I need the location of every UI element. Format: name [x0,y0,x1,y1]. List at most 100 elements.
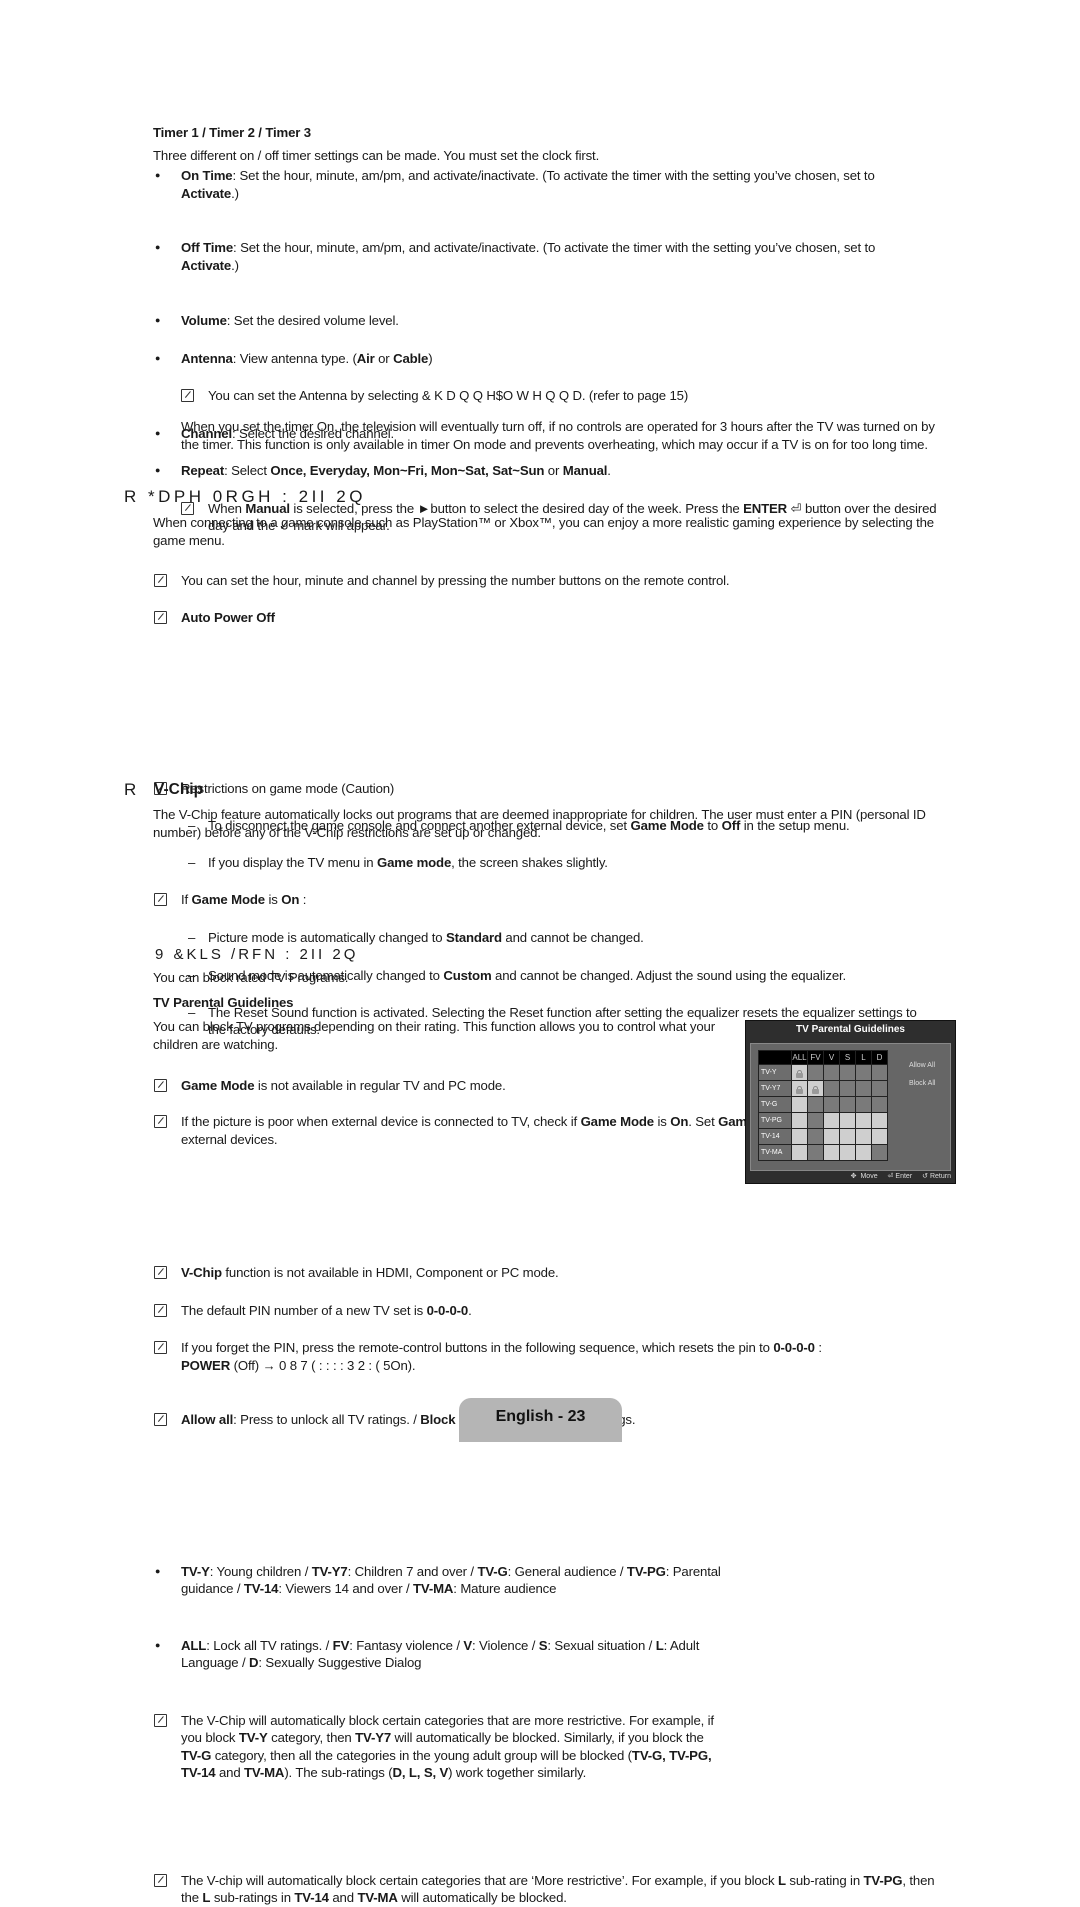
if-game-mode-on-note: If Game Mode is On : [154,891,1080,909]
forgot-pin-note: If you forget the PIN, press the remote-… [154,1339,961,1374]
rating-row: TV-MA [758,1144,888,1161]
number-note: You can set the hour, minute and channel… [154,572,1080,590]
auto-power-heading: Auto Power Off [154,609,1080,627]
rating-row: TV-PG [758,1112,888,1129]
rating-cell-d [871,1064,888,1081]
block-all-button[interactable]: Block All [909,1080,935,1087]
vchip-intro: The V-Chip feature automatically locks o… [153,807,926,840]
rating-cell-v[interactable] [823,1112,840,1129]
rating-cell-d [871,1096,888,1113]
note-icon [181,389,194,402]
parental-heading: TV Parental Guidelines [153,995,294,1010]
note-icon [154,1713,167,1727]
column-header-l: L [855,1050,872,1065]
manual-page: Timer 1 / Timer 2 / Timer 3 Three differ… [0,0,1080,1905]
vchip-heading: V-Chip [154,781,204,798]
rating-cell-v[interactable] [823,1128,840,1145]
note-icon [154,1303,167,1317]
restrictive-note: The V-Chip will automatically block cert… [154,1712,721,1782]
note-icon [154,1873,167,1887]
note-icon [154,893,167,906]
rating-label: TV-Y7 [758,1080,792,1097]
page-number: English - 23 [495,1408,586,1425]
rating-cell-s[interactable] [839,1144,856,1161]
default-pin-note: The default PIN number of a new TV set i… [154,1302,1080,1320]
vchip-lock-heading: 9 &KLS /RFN : 2II 2Q [155,946,359,963]
rating-cell-d[interactable] [871,1128,888,1145]
subratings-item: ALL: Lock all TV ratings. / FV: Fantasy … [155,1637,721,1672]
note-icon [154,611,167,624]
rating-cell-all[interactable] [791,1112,808,1129]
restrictions-note: Restrictions on game mode (Caution) [154,780,1080,798]
parental-intro: You can block TV programs depending on t… [153,1019,715,1052]
rating-cell-all[interactable] [791,1080,808,1097]
rating-cell-d[interactable] [871,1112,888,1129]
enter-hint: Enter [895,1173,913,1180]
vchip-note: V-Chip function is not available in HDMI… [154,1264,1080,1282]
rating-cell-all[interactable] [791,1144,808,1161]
rating-cell-s [839,1080,856,1097]
rating-label: TV-14 [758,1128,792,1145]
rating-label: TV-MA [758,1144,792,1161]
rating-cell-s[interactable] [839,1112,856,1129]
timer-intro: Three different on / off timer settings … [153,148,600,163]
rating-cell-v [823,1080,840,1097]
lock-icon [812,1085,819,1094]
allow-all-button[interactable]: Allow All [909,1062,935,1069]
column-header-d: D [871,1050,888,1065]
rating-cell-all[interactable] [791,1096,808,1113]
return-hint: Return [929,1173,951,1180]
rating-label: TV-Y [758,1064,792,1081]
column-header-s: S [839,1050,856,1065]
allow-block-note: Allow all: Press to unlock all TV rating… [154,1411,1080,1429]
column-header-v: V [823,1050,840,1065]
rating-cell-all[interactable] [791,1064,808,1081]
rating-cell-v [823,1096,840,1113]
game-mode-heading: R *DPH 0RGH : 2II 2Q [124,487,366,506]
rating-cell-d [871,1144,888,1161]
rating-cell-fv [807,1128,824,1145]
note-icon [154,1078,167,1092]
repeat-item: Repeat: Select Once, Everyday, Mon~Fri, … [155,462,1080,480]
antenna-item: Antenna: View antenna type. (Air or Cabl… [155,350,1080,368]
rating-cell-s[interactable] [839,1128,856,1145]
tv-menu-footer: ✥ Move ⏎ Enter ↺ Return [746,1172,951,1180]
restriction-item: If you display the TV menu in Game mode,… [188,854,1080,872]
on-time-item: On Time: Set the hour, minute, am/pm, an… [155,167,951,202]
rating-cell-l [855,1096,872,1113]
rating-cell-all[interactable] [791,1128,808,1145]
rating-cell-l[interactable] [855,1128,872,1145]
off-time-item: Off Time: Set the hour, minute, am/pm, a… [155,239,951,274]
rating-cell-v [823,1064,840,1081]
column-header-all: ALL [791,1050,808,1065]
section-marker: R [124,780,137,799]
column-header-fv: FV [807,1050,824,1065]
move-hint: Move [860,1173,878,1180]
volume-item: Volume: Set the desired volume level. [155,312,1080,330]
rating-label: TV-G [758,1096,792,1113]
rating-cell-l [855,1064,872,1081]
rating-label: TV-PG [758,1112,792,1129]
rating-cell-l [855,1080,872,1097]
rating-cell-s [839,1096,856,1113]
note-icon [154,1115,167,1128]
enter-icon: ⏎ [887,1173,894,1180]
note-icon [154,1413,167,1426]
rating-cell-l[interactable] [855,1144,872,1161]
note-icon [154,1266,167,1279]
note-icon [154,573,167,587]
ratings-grid: ALL FV V S L D TV-Y TV-Y7 TV-G TV-PG TV-14 TV-MA [758,1050,888,1161]
antenna-note: You can set the Antenna by selecting & K… [181,387,1080,405]
auto-power-text: When you set the timer On, the televisio… [181,419,935,452]
game-on-item: Picture mode is automatically changed to… [188,929,1080,947]
rating-cell-l[interactable] [855,1112,872,1129]
rating-cell-fv [807,1144,824,1161]
lock-icon [796,1085,803,1094]
rating-cell-fv [807,1096,824,1113]
tv-menu-title: TV Parental Guidelines [796,1024,905,1035]
rating-cell-v[interactable] [823,1144,840,1161]
tv-menu-panel: ALL FV V S L D TV-Y TV-Y7 TV-G TV-PG TV-14 TV-MA Al… [750,1043,951,1171]
rating-row: TV-14 [758,1128,888,1145]
ratings-item: TV-Y: Young children / TV-Y7: Children 7… [155,1563,721,1598]
rating-cell-fv[interactable] [807,1080,824,1097]
